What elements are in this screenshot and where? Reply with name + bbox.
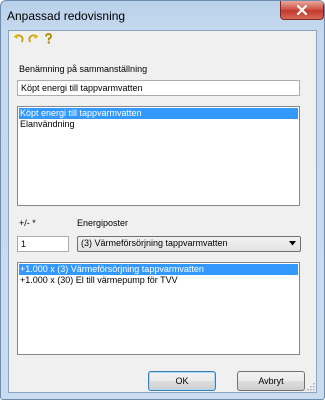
dialog-client-area: Benämning på sammanställning Köpt energi… — [8, 30, 317, 393]
factor-input[interactable]: 1 — [17, 236, 69, 252]
list-item[interactable]: +1.000 x (3) Värmeförsörjning tappvarmva… — [19, 264, 298, 275]
name-input[interactable]: Köpt energi till tappvarmvatten — [17, 80, 300, 96]
energy-posts-dropdown[interactable]: (3) Värmeförsörjning tappvarmvatten — [77, 236, 301, 252]
window-title: Anpassad redovisning — [7, 9, 126, 23]
list-item[interactable]: Elanvändning — [19, 119, 298, 130]
cancel-button[interactable]: Avbryt — [237, 371, 305, 391]
factor-label: +/- * — [19, 218, 36, 228]
close-button[interactable] — [280, 1, 324, 20]
summary-list[interactable]: Köpt energi till tappvarmvatten Elanvänd… — [17, 106, 300, 206]
name-label: Benämning på sammanställning — [19, 64, 148, 74]
close-icon — [297, 5, 307, 15]
energy-terms-list[interactable]: +1.000 x (3) Värmeförsörjning tappvarmva… — [17, 262, 300, 355]
undo-icon[interactable] — [13, 33, 24, 44]
toolbar — [13, 33, 54, 45]
resize-grip-icon[interactable] — [306, 382, 315, 391]
help-icon[interactable] — [43, 33, 54, 44]
list-item[interactable]: +1.000 x (30) El till värmepump för TVV — [19, 275, 298, 286]
redo-icon[interactable] — [28, 33, 39, 44]
energy-posts-selected: (3) Värmeförsörjning tappvarmvatten — [81, 238, 228, 248]
ok-button[interactable]: OK — [148, 371, 216, 391]
chevron-down-icon — [289, 241, 296, 246]
dialog-window: Anpassad redovisning Benämning på samman… — [0, 0, 325, 400]
list-item[interactable]: Köpt energi till tappvarmvatten — [19, 108, 298, 119]
energy-posts-label: Energiposter — [77, 218, 129, 228]
